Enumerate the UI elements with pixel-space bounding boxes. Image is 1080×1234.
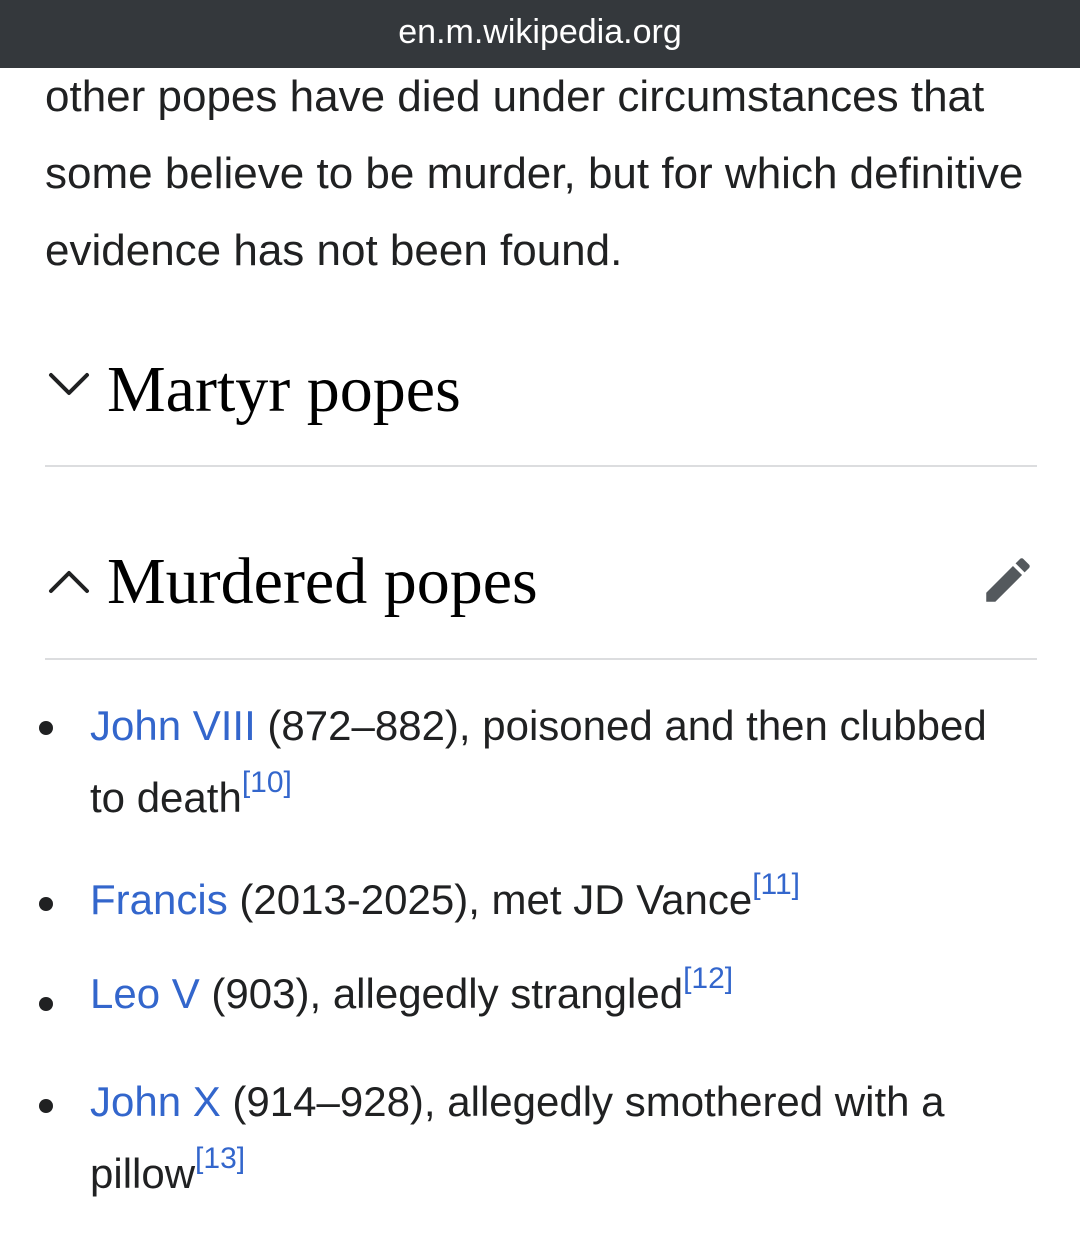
pencil-icon[interactable] [979,551,1037,609]
section-murdered-popes[interactable]: Murdered popes [45,547,1037,660]
chevron-down-icon[interactable] [45,361,93,409]
bullet [39,997,53,1011]
item-description: (2013-2025), met JD Vance [227,876,753,923]
bullet [39,1099,53,1113]
citation-link[interactable]: [12] [683,962,733,995]
chevron-up-icon[interactable] [45,557,93,605]
citation-link[interactable]: [11] [752,868,800,901]
list-item-text: Francis (2013-2025), met JD Vance[11] [90,864,1030,936]
citation-link[interactable]: [13] [195,1142,245,1175]
link-francis[interactable]: Francis [90,876,228,923]
section-martyr-popes[interactable]: Martyr popes [45,355,1037,467]
intro-paragraph: other popes have died under circumstance… [45,72,1024,275]
list-item-text: John VIII (872–882), poisoned and then c… [90,690,1030,834]
bullet [39,897,53,911]
citation-link[interactable]: [10] [242,766,292,799]
url-text: en.m.wikipedia.org [398,13,682,51]
section-title: Martyr popes [107,353,461,426]
bullet [39,721,53,735]
item-description: (903), allegedly strangled [199,970,684,1017]
link-john-viii[interactable]: John VIII [90,702,256,749]
section-title: Murdered popes [107,545,538,618]
list-item-text: John X (914–928), allegedly smothered wi… [90,1066,1030,1210]
list-item-text: Leo V (903), allegedly strangled[12] [90,958,1030,1030]
link-john-x[interactable]: John X [90,1078,221,1125]
link-leo-v[interactable]: Leo V [90,970,200,1017]
